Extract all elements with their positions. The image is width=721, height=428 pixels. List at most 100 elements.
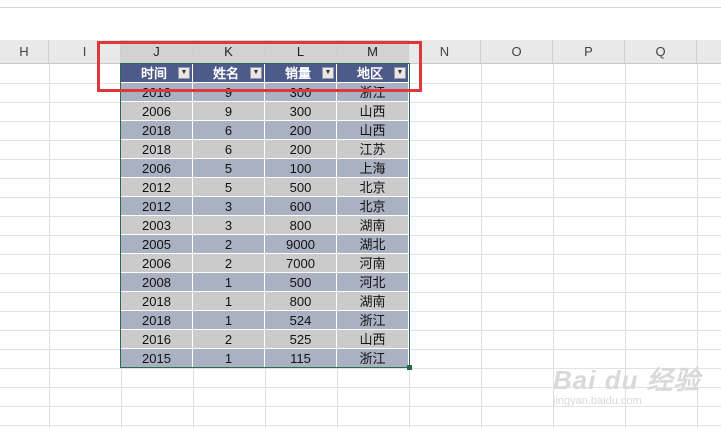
cell-sales[interactable]: 800 [265, 292, 337, 311]
cell-time[interactable]: 2015 [121, 349, 193, 368]
cell-name[interactable]: 5 [193, 159, 265, 178]
cell-region[interactable]: 湖南 [337, 216, 409, 235]
cell-region[interactable]: 湖南 [337, 292, 409, 311]
cell-name[interactable]: 2 [193, 330, 265, 349]
filter-dropdown-name[interactable]: ▼ [250, 67, 262, 79]
filter-dropdown-sales[interactable]: ▼ [322, 67, 334, 79]
cell-region[interactable]: 浙江 [337, 311, 409, 330]
cell-sales[interactable]: 600 [265, 197, 337, 216]
header-cell-name[interactable]: 姓名 ▼ [193, 64, 265, 83]
cell-time[interactable]: 2005 [121, 235, 193, 254]
table-row: 2018 9 300 浙江 [121, 83, 409, 102]
table-row: 2018 6 200 山西 [121, 121, 409, 140]
cell-sales[interactable]: 500 [265, 178, 337, 197]
cell-sales[interactable]: 300 [265, 102, 337, 121]
gridline-vertical [625, 64, 626, 428]
cell-sales[interactable]: 524 [265, 311, 337, 330]
cell-sales[interactable]: 525 [265, 330, 337, 349]
cell-time[interactable]: 2018 [121, 311, 193, 330]
gridline-horizontal [0, 368, 721, 369]
chevron-down-icon: ▼ [252, 69, 260, 76]
column-header-p[interactable]: P [553, 40, 625, 63]
filter-dropdown-region[interactable]: ▼ [394, 67, 406, 79]
column-header-h[interactable]: H [0, 40, 49, 63]
cell-name[interactable]: 3 [193, 216, 265, 235]
column-header-row: H I J K L M N O P Q [0, 40, 721, 64]
header-label-name: 姓名 [213, 66, 240, 81]
cell-name[interactable]: 9 [193, 102, 265, 121]
cell-sales[interactable]: 115 [265, 349, 337, 368]
cell-sales[interactable]: 200 [265, 140, 337, 159]
cell-name[interactable]: 6 [193, 121, 265, 140]
cell-name[interactable]: 2 [193, 235, 265, 254]
header-cell-region[interactable]: 地区 ▼ [337, 64, 409, 83]
gridline-vertical [49, 64, 50, 428]
cell-sales[interactable]: 9000 [265, 235, 337, 254]
cell-time[interactable]: 2008 [121, 273, 193, 292]
column-header-l[interactable]: L [265, 40, 337, 63]
cell-region[interactable]: 湖北 [337, 235, 409, 254]
cell-time[interactable]: 2006 [121, 254, 193, 273]
gridline-horizontal [0, 425, 721, 426]
cell-time[interactable]: 2018 [121, 292, 193, 311]
column-header-m[interactable]: M [337, 40, 409, 63]
cell-sales[interactable]: 500 [265, 273, 337, 292]
cell-name[interactable]: 2 [193, 254, 265, 273]
formula-bar-divider [0, 7, 721, 8]
cell-name[interactable]: 3 [193, 197, 265, 216]
chevron-down-icon: ▼ [180, 69, 188, 76]
cell-time[interactable]: 2003 [121, 216, 193, 235]
cell-region[interactable]: 山西 [337, 330, 409, 349]
column-header-i[interactable]: I [49, 40, 121, 63]
cell-name[interactable]: 1 [193, 311, 265, 330]
header-cell-time[interactable]: 时间 ▼ [121, 64, 193, 83]
column-header-k[interactable]: K [193, 40, 265, 63]
watermark-logo: Bai du 经验 [553, 365, 701, 395]
cell-time[interactable]: 2012 [121, 178, 193, 197]
cell-name[interactable]: 1 [193, 292, 265, 311]
cell-sales[interactable]: 100 [265, 159, 337, 178]
column-header-o[interactable]: O [481, 40, 553, 63]
column-header-q[interactable]: Q [625, 40, 697, 63]
data-table[interactable]: 时间 ▼ 姓名 ▼ 销量 ▼ 地区 ▼ 2018 9 300 浙江 2006 9 300 山西… [121, 64, 409, 368]
cell-time[interactable]: 2006 [121, 159, 193, 178]
cell-name[interactable]: 1 [193, 349, 265, 368]
table-row: 2008 1 500 河北 [121, 273, 409, 292]
gridline-horizontal [0, 387, 721, 388]
cell-region[interactable]: 浙江 [337, 83, 409, 102]
cell-name[interactable]: 6 [193, 140, 265, 159]
cell-sales[interactable]: 200 [265, 121, 337, 140]
table-row: 2018 1 524 浙江 [121, 311, 409, 330]
header-cell-sales[interactable]: 销量 ▼ [265, 64, 337, 83]
fill-handle[interactable] [407, 365, 412, 370]
cell-region[interactable]: 河北 [337, 273, 409, 292]
gridline-vertical [481, 64, 482, 428]
cell-region[interactable]: 河南 [337, 254, 409, 273]
cell-region[interactable]: 北京 [337, 197, 409, 216]
cell-sales[interactable]: 300 [265, 83, 337, 102]
cell-time[interactable]: 2012 [121, 197, 193, 216]
cell-time[interactable]: 2018 [121, 140, 193, 159]
cell-time[interactable]: 2006 [121, 102, 193, 121]
cell-time[interactable]: 2016 [121, 330, 193, 349]
table-row: 2005 2 9000 湖北 [121, 235, 409, 254]
cell-region[interactable]: 山西 [337, 102, 409, 121]
cell-region[interactable]: 北京 [337, 178, 409, 197]
header-label-time: 时间 [141, 66, 168, 81]
cell-region[interactable]: 浙江 [337, 349, 409, 368]
column-header-j[interactable]: J [121, 40, 193, 63]
cell-sales[interactable]: 800 [265, 216, 337, 235]
cell-sales[interactable]: 7000 [265, 254, 337, 273]
table-row: 2015 1 115 浙江 [121, 349, 409, 368]
cell-name[interactable]: 1 [193, 273, 265, 292]
cell-name[interactable]: 5 [193, 178, 265, 197]
column-header-n[interactable]: N [409, 40, 481, 63]
cell-region[interactable]: 上海 [337, 159, 409, 178]
cell-time[interactable]: 2018 [121, 121, 193, 140]
formula-bar-area [0, 0, 721, 40]
cell-name[interactable]: 9 [193, 83, 265, 102]
cell-region[interactable]: 江苏 [337, 140, 409, 159]
filter-dropdown-time[interactable]: ▼ [178, 67, 190, 79]
cell-region[interactable]: 山西 [337, 121, 409, 140]
cell-time[interactable]: 2018 [121, 83, 193, 102]
